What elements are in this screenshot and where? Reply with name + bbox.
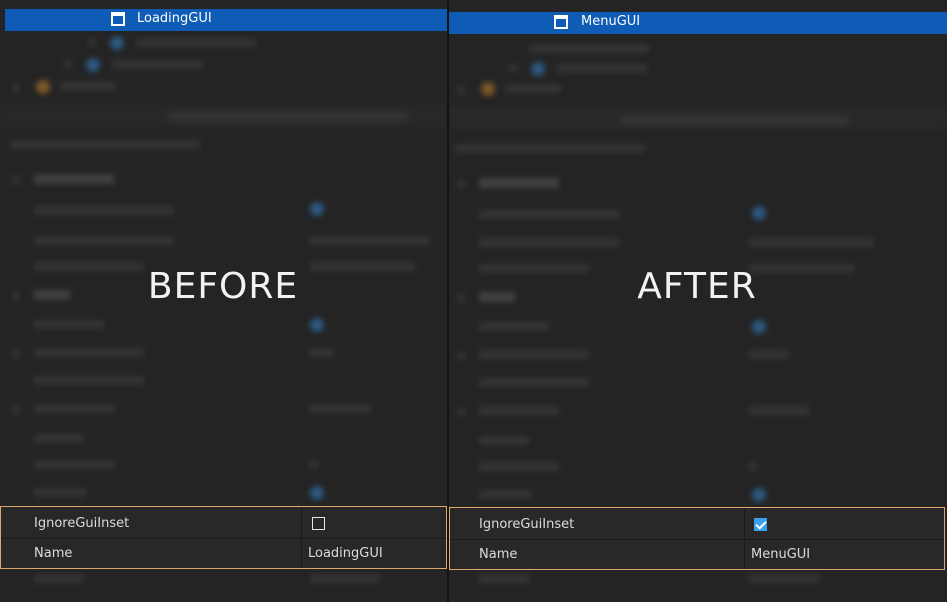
expand-arrow-icon bbox=[457, 180, 465, 188]
blurred-text bbox=[34, 236, 174, 245]
folder-icon bbox=[86, 58, 100, 72]
blurred-text bbox=[310, 460, 318, 469]
blurred-text bbox=[479, 350, 589, 359]
expand-arrow-icon bbox=[12, 350, 20, 358]
blurred-text bbox=[10, 140, 200, 149]
blurred-text bbox=[34, 206, 174, 215]
blurred-text bbox=[34, 460, 114, 469]
blurred-text bbox=[749, 574, 819, 583]
expand-arrow-icon bbox=[457, 86, 465, 94]
blurred-text bbox=[34, 574, 84, 583]
blurred-checkbox bbox=[752, 320, 766, 334]
blurred-text bbox=[479, 264, 589, 273]
blurred-text bbox=[34, 174, 114, 184]
properties-highlight: IgnoreGuiInset Name MenuGUI bbox=[449, 507, 945, 570]
blurred-checkbox bbox=[752, 206, 766, 220]
expand-arrow-icon bbox=[509, 64, 517, 72]
blurred-text bbox=[505, 84, 561, 93]
blurred-text bbox=[529, 44, 649, 53]
blurred-text bbox=[479, 178, 559, 188]
blurred-text bbox=[112, 60, 202, 69]
blurred-text bbox=[479, 238, 619, 247]
expand-arrow-icon bbox=[457, 294, 465, 302]
blurred-text bbox=[749, 462, 757, 471]
blurred-text bbox=[310, 236, 430, 245]
property-name: IgnoreGuiInset bbox=[34, 516, 130, 531]
ignoreguiinset-checkbox[interactable] bbox=[754, 518, 767, 531]
before-caption: BEFORE bbox=[147, 266, 299, 307]
lighting-icon bbox=[481, 82, 495, 96]
blurred-text bbox=[749, 350, 789, 359]
blurred-checkbox bbox=[310, 486, 324, 500]
blurred-text bbox=[34, 320, 104, 329]
blurred-text bbox=[749, 238, 874, 247]
property-name: Name bbox=[34, 546, 73, 561]
blurred-text bbox=[479, 490, 531, 499]
expand-arrow-icon bbox=[12, 292, 20, 300]
blurred-text bbox=[34, 376, 144, 385]
blurred-checkbox bbox=[310, 318, 324, 332]
after-caption: AFTER bbox=[637, 266, 757, 307]
blurred-text bbox=[479, 210, 619, 219]
lighting-icon bbox=[36, 80, 50, 94]
name-value[interactable]: LoadingGUI bbox=[308, 546, 383, 561]
expand-arrow-icon bbox=[12, 176, 20, 184]
blurred-text bbox=[310, 404, 370, 413]
blurred-text bbox=[455, 144, 645, 153]
blurred-text bbox=[479, 436, 529, 445]
blurred-text bbox=[479, 406, 559, 415]
blurred-text bbox=[310, 348, 334, 357]
before-panel: LoadingGUI BEFORE IgnoreGuiInset Name Lo… bbox=[0, 0, 447, 602]
property-name: Name bbox=[479, 547, 518, 562]
property-name: IgnoreGuiInset bbox=[479, 517, 575, 532]
blurred-text bbox=[34, 290, 70, 300]
blurred-text bbox=[34, 488, 86, 497]
blurred-text bbox=[34, 348, 144, 357]
blurred-text bbox=[479, 462, 559, 471]
properties-highlight: IgnoreGuiInset Name LoadingGUI bbox=[0, 506, 447, 569]
checkmark-icon bbox=[755, 518, 767, 530]
script-icon bbox=[110, 36, 124, 50]
expand-arrow-icon bbox=[457, 352, 465, 360]
blurred-text bbox=[310, 262, 415, 271]
after-panel: MenuGUI AFTER IgnoreGuiInset Name MenuGU… bbox=[449, 0, 947, 602]
folder-icon bbox=[531, 62, 545, 76]
blurred-text bbox=[168, 112, 408, 121]
blurred-text bbox=[310, 574, 380, 583]
blurred-checkbox bbox=[752, 488, 766, 502]
name-value[interactable]: MenuGUI bbox=[751, 547, 810, 562]
property-row-ignoreguiinset[interactable]: IgnoreGuiInset bbox=[450, 510, 944, 540]
property-row-name[interactable]: Name LoadingGUI bbox=[1, 539, 446, 568]
blurred-text bbox=[749, 406, 809, 415]
expand-arrow-icon bbox=[88, 38, 96, 46]
property-row-ignoreguiinset[interactable]: IgnoreGuiInset bbox=[1, 509, 446, 539]
blurred-text bbox=[136, 38, 256, 47]
blurred-text bbox=[60, 82, 116, 91]
blurred-text bbox=[34, 434, 84, 443]
blurred-text bbox=[479, 574, 529, 583]
property-row-name[interactable]: Name MenuGUI bbox=[450, 540, 944, 569]
expand-arrow-icon bbox=[12, 84, 20, 92]
blurred-text bbox=[619, 116, 849, 125]
expand-arrow-icon bbox=[457, 408, 465, 416]
blurred-text bbox=[479, 292, 515, 302]
ignoreguiinset-checkbox[interactable] bbox=[312, 517, 325, 530]
expand-arrow-icon bbox=[64, 60, 72, 68]
blurred-text bbox=[34, 404, 114, 413]
expand-arrow-icon bbox=[12, 406, 20, 414]
blurred-text bbox=[479, 378, 589, 387]
blurred-text bbox=[479, 322, 549, 331]
blurred-text bbox=[557, 64, 647, 73]
blurred-checkbox bbox=[310, 202, 324, 216]
